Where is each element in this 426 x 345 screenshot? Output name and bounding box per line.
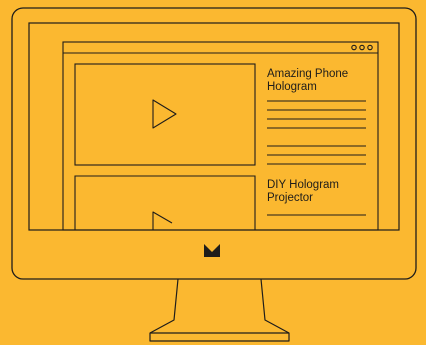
video-2-title-line-2[interactable]: Projector [267, 192, 313, 205]
video-2-title-line-1[interactable]: DIY Hologram [267, 179, 339, 192]
video-1-title-line-1[interactable]: Amazing Phone [267, 68, 348, 81]
computer-monitor-illustration [0, 0, 426, 345]
video-1-title-line-2[interactable]: Hologram [267, 81, 317, 94]
